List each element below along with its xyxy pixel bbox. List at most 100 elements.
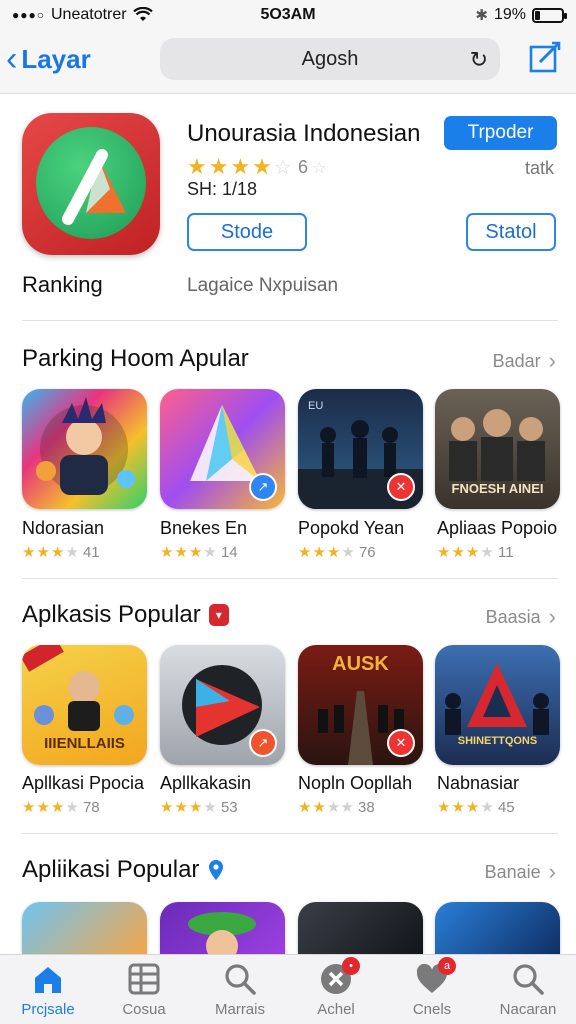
- refresh-icon[interactable]: ↻: [470, 47, 488, 73]
- status-left: ●●●○ Uneatotrer: [12, 6, 153, 24]
- grid-icon: [128, 963, 160, 995]
- bluetooth-icon: ✱: [475, 7, 488, 24]
- star-empty-icon: ★: [480, 544, 494, 561]
- tile-art-caption: IIIENLLAIIS: [44, 735, 125, 752]
- tab-icon-wrap: a: [414, 957, 456, 997]
- tab-home[interactable]: Prcjsale: [0, 955, 96, 1024]
- tile-name: Apllkakasin: [160, 773, 252, 793]
- ranking-subtitle: Lagaice Nxpuisan: [187, 275, 339, 296]
- tile-rating: ★★★★ 53: [160, 798, 238, 816]
- tab-label: Prcjsale: [21, 1001, 75, 1018]
- tab-icon-wrap: •: [318, 957, 360, 997]
- app-tile[interactable]: AUSK ✕: [298, 645, 423, 765]
- status-right: ✱ 19%: [475, 6, 567, 24]
- wifi-icon: [132, 7, 153, 21]
- app-tile[interactable]: SHINETTQONS: [435, 645, 560, 765]
- back-label: Layar: [21, 43, 91, 74]
- tab-badge: a: [438, 957, 456, 975]
- carrier-label: Uneatotrer: [51, 6, 127, 23]
- tile-rating-count: 45: [497, 799, 515, 816]
- app-rating-count: 6: [298, 157, 309, 177]
- tile-name: Nopln Oopllah: [298, 773, 413, 793]
- home-icon: [35, 967, 61, 993]
- star-rating-icon: ★★★: [298, 544, 342, 561]
- star-rating-icon: ★★★★: [187, 154, 274, 179]
- tab-discover[interactable]: Nacaran: [480, 955, 576, 1024]
- tile-art-caption: SHINETTQONS: [457, 735, 538, 747]
- location-pin-icon: [209, 860, 224, 880]
- chevron-right-icon: ›: [548, 604, 556, 629]
- app-tile[interactable]: ↗: [160, 645, 285, 765]
- section-title: Aplkasis Popular ▾: [22, 601, 229, 629]
- nav-bar: ‹ Layar Agosh ↻: [0, 30, 576, 94]
- ranking-label: Ranking: [22, 272, 103, 297]
- tile-rating-count: 11: [497, 544, 514, 561]
- star-empty-icon: ★★: [326, 799, 354, 816]
- see-all-link[interactable]: Banaie ›: [485, 859, 556, 885]
- status-bar: ●●●○ Uneatotrer 5O3AM ✱ 19%: [0, 0, 576, 30]
- see-all-label: Banaie: [484, 861, 541, 882]
- tile-name: Popokd Yean: [298, 518, 405, 538]
- search-field[interactable]: Agosh ↻: [160, 38, 500, 80]
- tile-art-caption: AUSK: [332, 653, 389, 675]
- battery-icon: [532, 7, 567, 23]
- app-tile[interactable]: EU ✕: [298, 389, 423, 509]
- star-rating-icon: ★★: [298, 799, 327, 816]
- chevron-left-icon: ‹: [6, 40, 18, 78]
- tile-badge-icon: ✕: [387, 473, 415, 501]
- tab-label: Cnels: [412, 1001, 452, 1018]
- store-button[interactable]: Stode: [187, 213, 307, 251]
- search-icon: [225, 964, 256, 995]
- tile-name: Apliaas Popoio: [437, 518, 558, 538]
- section-title: Parking Hoom Apular: [22, 345, 249, 373]
- tile-rating: ★★★★ 76: [298, 543, 376, 561]
- star-empty-icon: ★: [65, 544, 79, 561]
- star-rating-icon: ★★★: [160, 799, 204, 816]
- app-tile[interactable]: [22, 902, 147, 954]
- tab-categories[interactable]: Cosua: [96, 955, 192, 1024]
- app-tile[interactable]: [435, 902, 560, 954]
- tile-rating: ★★★★ 78: [22, 798, 100, 816]
- app-title: Unourasia Indonesian: [187, 120, 421, 147]
- chevron-right-icon: ›: [548, 859, 556, 884]
- tile-art-icon: [36, 397, 135, 495]
- see-all-link[interactable]: Badar ›: [493, 348, 556, 374]
- tile-badge-icon: ↗: [249, 729, 277, 757]
- tile-rating-count: 53: [220, 799, 238, 816]
- signal-dots-icon: ●●●○: [12, 8, 45, 22]
- app-tile[interactable]: IIIENLLAIIS: [22, 645, 147, 765]
- tab-apps[interactable]: • Achel: [288, 955, 384, 1024]
- tile-name: Bnekes En: [160, 518, 248, 538]
- tab-label: Nacaran: [499, 1001, 557, 1018]
- tile-rating-count: 76: [358, 544, 376, 561]
- get-button[interactable]: Trpoder: [444, 116, 557, 150]
- tab-search[interactable]: Marrais: [192, 955, 288, 1024]
- install-button[interactable]: Statol: [466, 213, 556, 251]
- tile-badge-icon: ↗: [249, 473, 277, 501]
- tile-rating: ★★★★ 45: [437, 798, 515, 816]
- see-all-label: Badar: [492, 350, 541, 371]
- tab-bar: Prcjsale Cosua Marrais • Achel a Cnels N…: [0, 954, 576, 1024]
- see-all-link[interactable]: Baasia ›: [486, 604, 556, 630]
- tile-name: Nabnasiar: [437, 773, 520, 793]
- app-tile[interactable]: [298, 902, 423, 954]
- chevron-right-icon: ›: [548, 348, 556, 373]
- tab-label: Marrais: [214, 1001, 265, 1018]
- star-rating-icon: ★★★: [437, 799, 481, 816]
- tile-rating-count: 41: [82, 544, 100, 561]
- battery-percent: 19%: [493, 6, 526, 23]
- app-rating-count-wrap: 6 ☆: [292, 157, 326, 178]
- star-rating-icon: ★★★: [22, 544, 66, 561]
- compose-icon[interactable]: [528, 40, 562, 74]
- search-icon: [513, 964, 544, 995]
- app-rating: ★★★★ ☆: [187, 154, 292, 180]
- divider: [22, 578, 558, 579]
- section-title-text: Parking Hoom Apular: [22, 345, 249, 372]
- shield-badge-icon: ▾: [208, 604, 229, 626]
- app-tile[interactable]: [22, 389, 147, 509]
- app-tile[interactable]: [160, 902, 285, 954]
- app-tile[interactable]: ↗: [160, 389, 285, 509]
- app-tile[interactable]: FNOESH AINEI: [435, 389, 560, 509]
- tab-favorites[interactable]: a Cnels: [384, 955, 480, 1024]
- back-button[interactable]: ‹ Layar: [6, 42, 91, 76]
